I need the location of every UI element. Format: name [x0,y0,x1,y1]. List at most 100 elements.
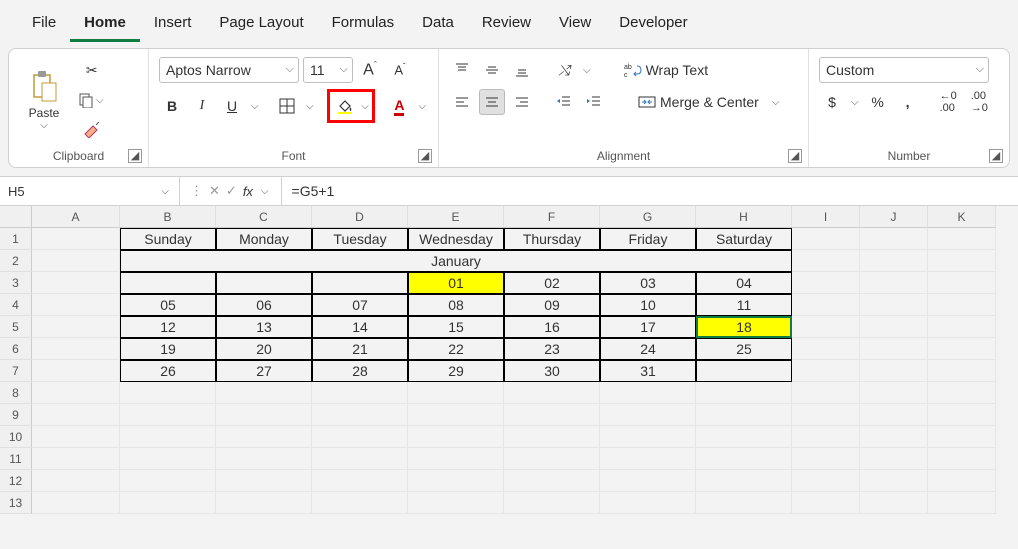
cell-K2[interactable] [928,250,996,272]
cell-K3[interactable] [928,272,996,294]
cell-F3[interactable]: 02 [504,272,600,294]
cell-A12[interactable] [32,470,120,492]
column-header-H[interactable]: H [696,206,792,228]
cell-K12[interactable] [928,470,996,492]
fill-color-button[interactable] [331,93,359,119]
cell-I2[interactable] [792,250,860,272]
cell-D6[interactable]: 21 [312,338,408,360]
cell-A4[interactable] [32,294,120,316]
cell-A1[interactable] [32,228,120,250]
cell-I3[interactable] [792,272,860,294]
cell-G5[interactable]: 17 [600,316,696,338]
font-launcher[interactable]: ◢ [418,149,432,163]
cell-H5[interactable]: 18 [696,316,792,338]
orientation-button[interactable]: ⤭ [551,57,577,83]
cell-B8[interactable] [120,382,216,404]
cell-K5[interactable] [928,316,996,338]
increase-indent-button[interactable] [581,89,607,115]
fx-button[interactable]: fx [243,184,253,199]
cell-A2[interactable] [32,250,120,272]
cell-A6[interactable] [32,338,120,360]
cell-C6[interactable]: 20 [216,338,312,360]
cell-I4[interactable] [792,294,860,316]
row-header-2[interactable]: 2 [0,250,32,272]
cell-E10[interactable] [408,426,504,448]
format-painter-button[interactable] [73,117,111,143]
cell-C9[interactable] [216,404,312,426]
paste-dropdown-icon[interactable]: ⌵ [38,120,50,131]
cell-J8[interactable] [860,382,928,404]
cell-H1[interactable]: Saturday [696,228,792,250]
cell-A5[interactable] [32,316,120,338]
column-header-D[interactable]: D [312,206,408,228]
cell-J3[interactable] [860,272,928,294]
cancel-formula-button[interactable]: ✕ [209,183,220,199]
cell-J9[interactable] [860,404,928,426]
cell-C1[interactable]: Monday [216,228,312,250]
cell-K13[interactable] [928,492,996,514]
cell-F8[interactable] [504,382,600,404]
cell-C3[interactable] [216,272,312,294]
row-header-1[interactable]: 1 [0,228,32,250]
percent-button[interactable]: % [865,89,891,115]
cell-E3[interactable]: 01 [408,272,504,294]
cell-I8[interactable] [792,382,860,404]
tab-page-layout[interactable]: Page Layout [205,8,317,42]
cell-J2[interactable] [860,250,928,272]
decrease-decimal-button[interactable]: .00→0 [966,89,993,115]
orientation-dropdown[interactable]: ⌵ [581,65,593,76]
column-header-C[interactable]: C [216,206,312,228]
cell-G12[interactable] [600,470,696,492]
name-box-dropdown-icon[interactable]: ⌵ [159,186,171,197]
cell-C10[interactable] [216,426,312,448]
merge-center-button[interactable]: Merge & Center [631,89,766,115]
tab-view[interactable]: View [545,8,605,42]
cell-C11[interactable] [216,448,312,470]
tab-home[interactable]: Home [70,8,140,42]
cell-H12[interactable] [696,470,792,492]
cell-B6[interactable]: 19 [120,338,216,360]
alignment-launcher[interactable]: ◢ [788,149,802,163]
cell-J10[interactable] [860,426,928,448]
clipboard-launcher[interactable]: ◢ [128,149,142,163]
cell-A13[interactable] [32,492,120,514]
cell-J7[interactable] [860,360,928,382]
wrap-text-button[interactable]: abc Wrap Text [617,57,716,83]
cell-E12[interactable] [408,470,504,492]
cell-G7[interactable]: 31 [600,360,696,382]
font-size-select[interactable]: 11 [303,57,353,83]
cell-B9[interactable] [120,404,216,426]
row-header-6[interactable]: 6 [0,338,32,360]
cell-F7[interactable]: 30 [504,360,600,382]
cell-G3[interactable]: 03 [600,272,696,294]
cell-G11[interactable] [600,448,696,470]
column-header-I[interactable]: I [792,206,860,228]
currency-button[interactable]: $ [819,89,845,115]
cell-F11[interactable] [504,448,600,470]
align-center-button[interactable] [479,89,505,115]
name-box[interactable]: H5 ⌵ [0,177,180,205]
cell-H7[interactable] [696,360,792,382]
tab-review[interactable]: Review [468,8,545,42]
cell-K11[interactable] [928,448,996,470]
row-header-12[interactable]: 12 [0,470,32,492]
row-header-10[interactable]: 10 [0,426,32,448]
cell-I9[interactable] [792,404,860,426]
cell-C12[interactable] [216,470,312,492]
cell-H9[interactable] [696,404,792,426]
select-all-corner[interactable] [0,206,32,228]
cell-B10[interactable] [120,426,216,448]
column-header-B[interactable]: B [120,206,216,228]
cell-E9[interactable] [408,404,504,426]
column-header-E[interactable]: E [408,206,504,228]
cell-K1[interactable] [928,228,996,250]
cell-E11[interactable] [408,448,504,470]
copy-button[interactable]: ⌵ [73,87,111,113]
cell-B12[interactable] [120,470,216,492]
comma-button[interactable]: , [895,89,921,115]
cell-C13[interactable] [216,492,312,514]
cell-J5[interactable] [860,316,928,338]
cell-F12[interactable] [504,470,600,492]
cell-I10[interactable] [792,426,860,448]
cell-H11[interactable] [696,448,792,470]
